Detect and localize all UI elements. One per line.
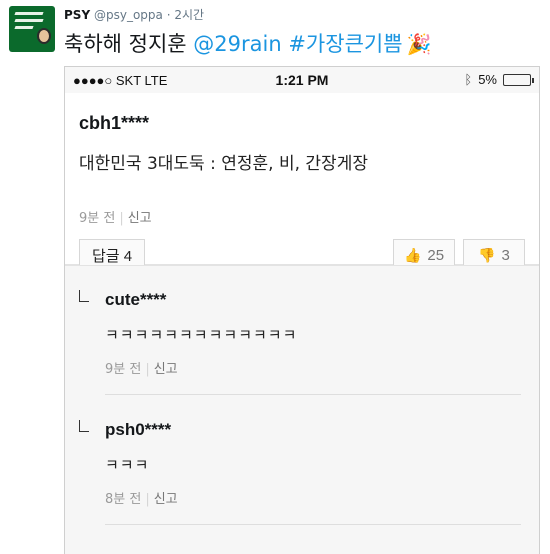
- dislike-count: 3: [501, 246, 510, 264]
- reply-author: cute****: [105, 290, 167, 309]
- reply-body: ㅋㅋㅋㅋㅋㅋㅋㅋㅋㅋㅋㅋㅋ: [105, 326, 298, 344]
- report-link[interactable]: 신고: [154, 362, 178, 377]
- reply-author: psh0****: [105, 420, 172, 439]
- reply-item: cute**** ㅋㅋㅋㅋㅋㅋㅋㅋㅋㅋㅋㅋㅋ 9분 전 | 신고: [65, 266, 539, 394]
- comment-meta: 9분 전 | 신고: [79, 211, 152, 226]
- reply-branch-icon: [79, 420, 89, 432]
- avatar[interactable]: [9, 6, 55, 52]
- report-link[interactable]: 신고: [154, 492, 178, 507]
- party-popper-icon: 🎉: [406, 32, 432, 56]
- separator: ·: [166, 8, 171, 22]
- reply-body: ㅋㅋㅋ: [105, 456, 150, 474]
- tweet-time[interactable]: 2시간: [174, 8, 204, 22]
- divider: [105, 394, 521, 395]
- battery-percent: 5%: [478, 72, 497, 87]
- reply-time: 8분 전: [105, 492, 142, 507]
- reply-count-label: 답글 4: [91, 247, 133, 265]
- tweet-user-line: PSY @psy_oppa · 2시간: [64, 6, 204, 23]
- mention-link[interactable]: @29rain: [193, 32, 281, 56]
- battery-icon: [503, 73, 534, 86]
- display-name[interactable]: PSY: [64, 8, 90, 22]
- comment: cbh1**** 대한민국 3대도둑 : 연정훈, 비, 간장게장 9분 전 | 신…: [65, 93, 539, 271]
- reply-branch-icon: [79, 290, 89, 302]
- hashtag-link[interactable]: #가장큰기쁨: [282, 32, 402, 56]
- reply-item: psh0**** ㅋㅋㅋ 8분 전 | 신고: [65, 396, 539, 524]
- divider: [105, 524, 521, 525]
- thumbs-up-icon: 👍: [403, 246, 422, 263]
- handle[interactable]: @psy_oppa: [94, 8, 163, 22]
- reply-list: cute**** ㅋㅋㅋㅋㅋㅋㅋㅋㅋㅋㅋㅋㅋ 9분 전 | 신고 psh0**** …: [65, 265, 539, 554]
- status-bar: ●●●●○ SKT LTE 1:21 PM ᛒ 5%: [65, 67, 539, 93]
- reply-meta: 9분 전 | 신고: [105, 362, 178, 377]
- comment-time: 9분 전: [79, 211, 116, 226]
- comment-body: 대한민국 3대도둑 : 연정훈, 비, 간장게장: [79, 154, 368, 174]
- embedded-screenshot[interactable]: ●●●●○ SKT LTE 1:21 PM ᛒ 5% cbh1**** 대한민국…: [64, 66, 540, 554]
- report-link[interactable]: 신고: [128, 211, 152, 226]
- tweet-text: 축하해 정지훈 @29rain #가장큰기쁨 🎉: [64, 28, 431, 58]
- comment-author: cbh1****: [79, 113, 150, 133]
- reply-meta: 8분 전 | 신고: [105, 492, 178, 507]
- reply-time: 9분 전: [105, 362, 142, 377]
- tweet-text-plain: 축하해 정지훈: [64, 32, 194, 56]
- bluetooth-icon: ᛒ: [464, 72, 473, 87]
- avatar-face: [37, 28, 51, 44]
- thumbs-down-icon: 👎: [478, 246, 496, 263]
- like-count: 25: [427, 246, 445, 264]
